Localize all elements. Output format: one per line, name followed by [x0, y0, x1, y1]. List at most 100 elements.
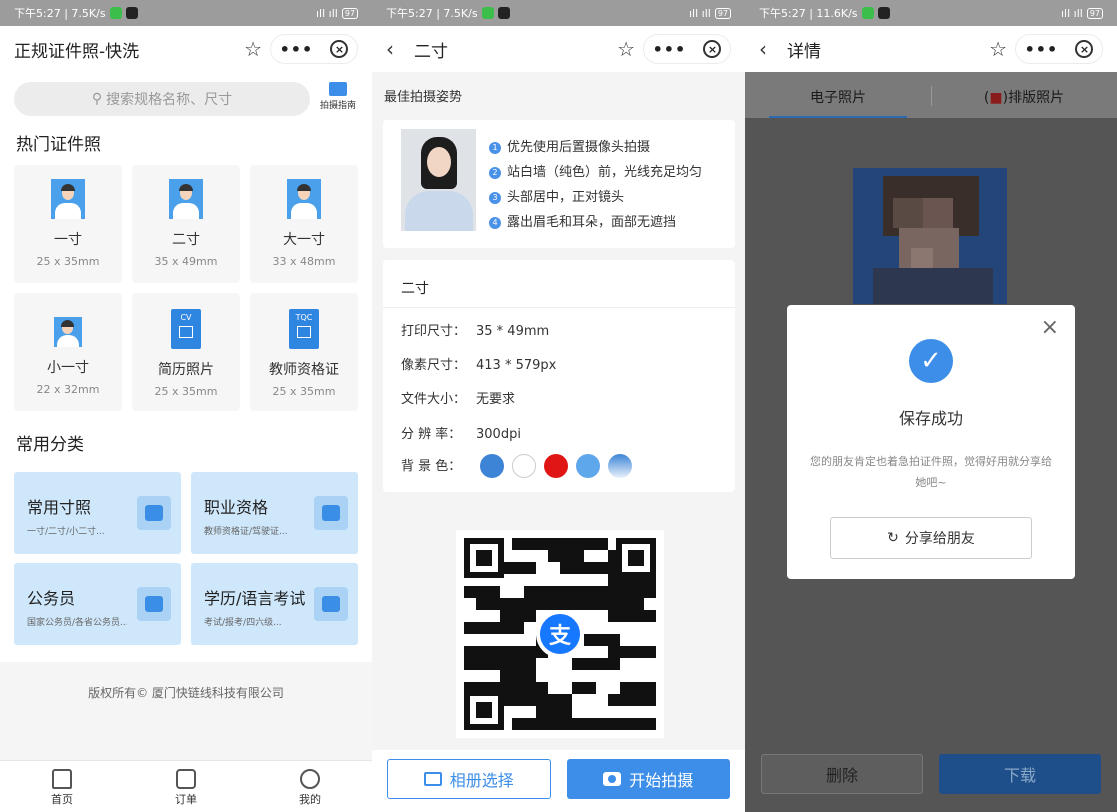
tip-item: 4 露出眉毛和耳朵，面部无遮挡 [489, 210, 702, 235]
favorite-star-icon[interactable]: ☆ [989, 37, 1007, 61]
pixelated-photo [853, 168, 1007, 304]
tab-home[interactable]: 首页 [0, 761, 124, 812]
spec-value: 300dpi [476, 427, 521, 442]
delete-button[interactable]: 删除 [761, 754, 923, 794]
tab-electronic-photo[interactable]: 电子照片 [745, 72, 931, 118]
tab-label: 首页 [51, 793, 73, 806]
home-screen: 下午5:27 | 7.5K/s ıll ıll 97 正规证件照-快洗 ☆ •••… [0, 0, 372, 812]
category-sub: 教师资格证/驾驶证... [204, 527, 288, 537]
pose-heading: 最佳拍摄姿势 [384, 90, 463, 105]
sample-portrait [401, 129, 476, 231]
signal-icon: ıll ıll [315, 6, 338, 20]
spec-row: 像素尺寸： 413 * 579px [401, 354, 556, 373]
portrait-icon [51, 179, 85, 219]
qr-finder [616, 538, 656, 578]
tab-orders[interactable]: 订单 [124, 761, 248, 812]
status-time: 下午5:27 | 11.6K/s [759, 7, 858, 20]
close-icon[interactable]: × [1075, 40, 1094, 58]
resume-badge: CV [180, 313, 192, 322]
start-shoot-button[interactable]: 开始拍摄 [566, 759, 730, 799]
user-icon [300, 769, 320, 789]
copyright: 版权所有© 厦门快链线科技有限公司 [88, 686, 284, 700]
category-sub: 国家公务员/各省公务员... [27, 618, 127, 628]
tips-list: 1 优先使用后置摄像头拍摄 2 站白墙（纯色）前，光线充足均匀 3 头部居中，正对镜头… [489, 135, 702, 235]
page-title: 正规证件照-快洗 [14, 41, 140, 62]
card-name: 一寸 [54, 232, 82, 248]
category-card[interactable]: 职业资格 教师资格证/驾驶证... [191, 472, 358, 554]
category-section-title: 常用分类 [16, 435, 84, 455]
share-label: 分享给朋友 [904, 531, 975, 547]
status-bar: 下午5:27 | 11.6K/s ıll ıll 97 [745, 0, 1117, 26]
qr-finder [464, 690, 504, 730]
spec-value: 413 * 579px [476, 358, 557, 373]
tab-profile[interactable]: 我的 [248, 761, 372, 812]
close-icon[interactable]: × [1041, 315, 1059, 340]
search-input[interactable]: ⚲ 搜索规格名称、尺寸 [14, 82, 310, 116]
more-icon[interactable]: ••• [653, 40, 687, 59]
tip-text: 优先使用后置摄像头拍摄 [507, 140, 651, 155]
tip-number: 1 [489, 141, 501, 154]
tab-layout-photo[interactable]: (■)排版照片 [931, 72, 1117, 118]
hot-card-resume[interactable]: CV 简历照片 25 x 35mm [132, 293, 240, 411]
bg-color-blue[interactable] [480, 454, 505, 478]
signal-icon: ıll ıll [1060, 6, 1083, 20]
back-icon[interactable]: ‹ [386, 37, 402, 61]
tip-number: 3 [489, 191, 501, 204]
mini-program-capsule: ••• × [270, 34, 358, 64]
graduation-cap-icon [314, 587, 348, 621]
close-icon[interactable]: × [703, 40, 722, 58]
hot-card-2inch[interactable]: 二寸 35 x 49mm [132, 165, 240, 283]
check-icon: ✓ [909, 339, 953, 383]
qr-finder [464, 538, 504, 578]
portrait-icon [169, 179, 203, 219]
home-body: ⚲ 搜索规格名称、尺寸 拍摄指南 热门证件照 一寸 25 x 35mm 二寸 35… [0, 72, 372, 662]
more-icon[interactable]: ••• [280, 40, 314, 59]
portrait-icon [287, 179, 321, 219]
bg-color-red[interactable] [544, 454, 569, 478]
tip-text: 露出眉毛和耳朵，面部无遮挡 [507, 215, 677, 230]
spec-title: 二寸 [383, 260, 735, 308]
category-card[interactable]: 学历/语言考试 考试/报考/四六级... [191, 563, 358, 645]
action-bar: 删除 下载 [745, 750, 1117, 812]
back-icon[interactable]: ‹ [759, 37, 775, 61]
card-size: 22 x 32mm [36, 383, 100, 396]
favorite-star-icon[interactable]: ☆ [617, 37, 635, 61]
share-button[interactable]: ↻ 分享给朋友 [830, 517, 1032, 559]
bg-color-lightblue[interactable] [576, 454, 601, 478]
dialog-title: 保存成功 [898, 409, 963, 428]
card-size: 25 x 35mm [154, 385, 218, 398]
hot-card-large-1inch[interactable]: 大一寸 33 x 48mm [250, 165, 358, 283]
shoot-label: 开始拍摄 [629, 771, 694, 790]
guide-label: 拍摄指南 [319, 101, 356, 111]
category-card[interactable]: 常用寸照 一寸/二寸/小二寸... [14, 472, 181, 554]
bg-color-row: 背 景 色： [401, 454, 640, 478]
result-screen: 下午5:27 | 11.6K/s ıll ıll 97 ‹ 详情 ☆ ••• × … [745, 0, 1117, 812]
teacher-badge: TQC [295, 313, 313, 322]
download-button[interactable]: 下载 [939, 754, 1101, 794]
close-icon[interactable]: × [330, 40, 349, 58]
hot-section-title: 热门证件照 [16, 135, 101, 155]
spec-card: 二寸 打印尺寸： 35 * 49mm 像素尺寸： 413 * 579px 文件大小：… [383, 260, 735, 492]
spec-key: 背 景 色： [401, 458, 462, 474]
category-card[interactable]: 公务员 国家公务员/各省公务员... [14, 563, 181, 645]
more-icon[interactable]: ••• [1025, 40, 1059, 59]
qr-code: 支 [456, 530, 664, 738]
action-bar: 相册选择 开始拍摄 [372, 750, 745, 812]
hot-card-teacher[interactable]: TQC 教师资格证 25 x 35mm [250, 293, 358, 411]
favorite-star-icon[interactable]: ☆ [244, 37, 262, 61]
camera-icon [603, 772, 622, 786]
guide-button[interactable]: 拍摄指南 [318, 82, 358, 111]
tip-number: 2 [489, 166, 501, 179]
card-name: 教师资格证 [269, 362, 339, 378]
tip-text: 头部居中，正对镜头 [507, 190, 625, 205]
bg-color-white[interactable] [512, 454, 537, 478]
bg-color-gradient[interactable] [608, 454, 633, 478]
home-icon [52, 769, 72, 789]
album-select-button[interactable]: 相册选择 [387, 759, 551, 799]
hot-card-small-1inch[interactable]: 小一寸 22 x 32mm [14, 293, 122, 411]
save-success-dialog: × ✓ 保存成功 您的朋友肯定也着急拍证件照，觉得好用就分享给她吧~ ↻ 分享给朋… [787, 305, 1075, 579]
spec-row: 文件大小： 无要求 [401, 388, 515, 407]
resume-icon: CV [171, 309, 201, 349]
page-title: 二寸 [414, 41, 448, 62]
hot-card-1inch[interactable]: 一寸 25 x 35mm [14, 165, 122, 283]
